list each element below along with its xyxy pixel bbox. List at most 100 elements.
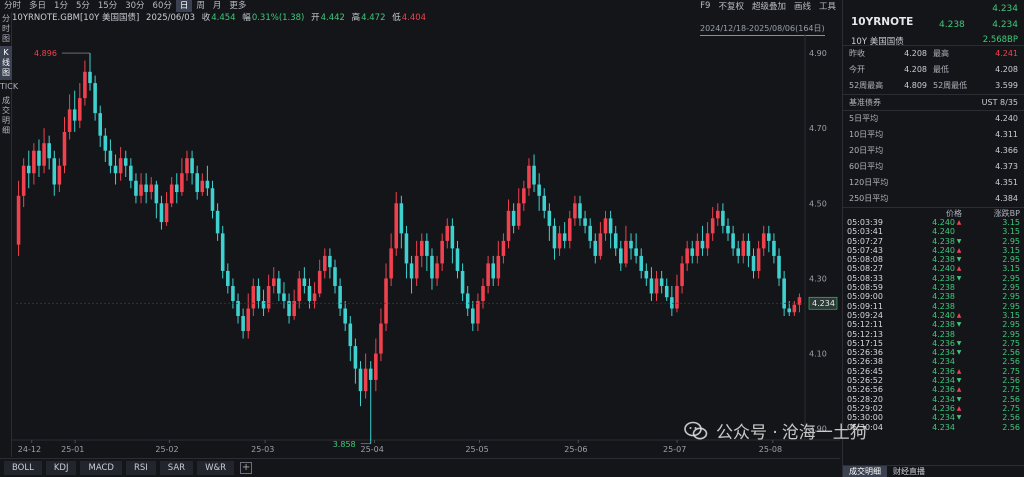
toolbar-tool[interactable]: 不复权 (714, 0, 748, 12)
tick-row[interactable]: 05:09:11 4.238 2.95 (843, 302, 1024, 311)
toolbar-tool[interactable]: F9 (696, 1, 714, 11)
candle-body (129, 165, 133, 181)
indicator-tab[interactable]: KDJ (45, 461, 77, 475)
candle-body (322, 255, 327, 271)
tick-row[interactable]: 05:12:11 4.238 ▼ 2.95 (843, 320, 1024, 329)
candle-body (88, 71, 92, 84)
candle-body (37, 150, 41, 166)
up-arrow-icon: ▲ (956, 219, 962, 226)
candle-body (578, 203, 582, 219)
tick-row[interactable]: 05:07:27 4.238 ▼ 2.95 (843, 237, 1024, 246)
tick-row[interactable]: 05:17:15 4.236 ▼ 2.75 (843, 339, 1024, 348)
candle-body (83, 71, 87, 99)
period-tab[interactable]: 分时 (0, 0, 25, 12)
empty-arrow (955, 302, 963, 311)
tick-change: 3.15 (1002, 227, 1020, 237)
tick-row[interactable]: 05:07:43 4.240 ▲ 3.15 (843, 246, 1024, 255)
candlestick-chart[interactable]: 4.90 4.70 4.50 4.30 4.10 3.90 4.896 3.858 4.234 2… (12, 34, 840, 458)
average-row: 250日平均 4.384 (843, 191, 1024, 207)
tick-row[interactable]: 05:30:04 4.234 2.56 (843, 423, 1024, 432)
tick-time: 05:12:11 (847, 320, 883, 330)
tick-row[interactable]: 05:28:20 4.234 ▼ 2.56 (843, 395, 1024, 404)
tick-row[interactable]: 05:09:00 4.238 2.95 (843, 292, 1024, 301)
tick-change: 3.15 (1002, 245, 1020, 255)
tick-row[interactable]: 05:09:24 4.240 ▲ 3.15 (843, 311, 1024, 320)
candle-body (103, 135, 108, 151)
candle-body (200, 180, 205, 193)
up-arrow-icon: ▲ (956, 404, 962, 412)
tick-row[interactable]: 05:26:36 4.234 ▼ 2.56 (843, 348, 1024, 357)
tick-row[interactable]: 05:03:39 4.240 ▲ 3.15 (843, 218, 1024, 227)
tick-row[interactable]: 05:26:56 4.236 ▲ 2.75 (843, 385, 1024, 394)
period-tab[interactable]: 1分 (50, 0, 72, 12)
candle-body (42, 143, 46, 166)
tick-price: 4.234 (932, 376, 955, 386)
indicator-tab[interactable]: MACD (80, 461, 122, 475)
tick-row[interactable]: 05:08:08 4.238 ▼ 2.95 (843, 255, 1024, 264)
average-value: 4.240 (995, 114, 1018, 123)
toolbar-tool[interactable]: 超级叠加 (748, 0, 790, 12)
close-value: 4.454 (211, 13, 236, 23)
average-value: 4.373 (995, 162, 1018, 171)
candle-body (440, 240, 444, 264)
candle-body (389, 248, 393, 279)
period-tab[interactable]: 60分 (149, 0, 176, 12)
tick-row[interactable]: 05:08:59 4.238 2.95 (843, 283, 1024, 292)
candle-body (338, 285, 342, 309)
tick-row[interactable]: 05:26:52 4.234 ▼ 2.56 (843, 376, 1024, 385)
period-tab[interactable]: 15分 (94, 0, 121, 12)
period-tab[interactable]: 月 (209, 0, 226, 12)
empty-arrow (955, 292, 963, 301)
panel-tab[interactable]: 财经直播 (887, 466, 931, 477)
period-tab[interactable]: 更多 (225, 0, 250, 12)
indicator-tab[interactable]: SAR (159, 461, 194, 475)
period-tab[interactable]: 日 (175, 0, 193, 12)
candle-body (491, 263, 496, 279)
period-tab[interactable]: 30分 (121, 0, 148, 12)
period-tab[interactable]: 多日 (25, 0, 50, 12)
indicator-tab[interactable]: BOLL (4, 461, 42, 475)
tick-price: 4.238 (932, 236, 955, 246)
add-indicator-button[interactable]: + (240, 462, 253, 474)
quote-label: 52周最高 (849, 81, 884, 90)
candle-body (261, 300, 266, 309)
period-tab[interactable]: 周 (192, 0, 209, 12)
tick-row[interactable]: 05:03:41 4.240 3.15 (843, 227, 1024, 236)
chart-svg[interactable]: 4.904.704.504.304.103.904.8963.8584.2342… (12, 34, 840, 458)
up-arrow-icon: ▲ (956, 386, 962, 394)
watermark-name: 沧海一土狗 (781, 423, 867, 443)
average-row: 5日平均 4.240 (843, 111, 1024, 127)
view-mode-tab[interactable]: K线图 (0, 46, 12, 80)
view-mode-tab[interactable]: TICK (0, 80, 18, 94)
tick-list[interactable]: 05:03:39 4.240 ▲ 3.15 05:03:41 4.240 3.15 05:07… (843, 218, 1024, 432)
average-row: 20日平均 4.366 (843, 143, 1024, 159)
candle-body (532, 165, 536, 185)
empty-arrow (955, 357, 963, 366)
indicator-tab[interactable]: RSI (125, 461, 156, 475)
view-mode-tab[interactable]: 成交明细 (0, 94, 12, 138)
candle-body (756, 248, 761, 271)
tick-row[interactable]: 05:12:13 4.238 2.95 (843, 330, 1024, 339)
panel-tab[interactable]: 成交明细 (843, 466, 887, 477)
candle-body (210, 188, 215, 211)
view-mode-tab[interactable]: 分时图 (0, 12, 12, 46)
quote-panel: 10YRNOTE 4.234 4.238 4.234 10Y 美国国债 2.56… (842, 0, 1024, 477)
tick-change: 2.56 (1002, 376, 1020, 386)
tick-row[interactable]: 05:30:00 4.234 ▼ 2.56 (843, 413, 1024, 422)
tick-time: 05:17:15 (847, 338, 883, 348)
tick-price: 4.236 (932, 366, 955, 376)
candle-body (583, 218, 587, 226)
tick-row[interactable]: 05:26:38 4.234 2.56 (843, 357, 1024, 366)
tick-row[interactable]: 05:26:45 4.236 ▲ 2.75 (843, 367, 1024, 376)
candle-body (62, 131, 67, 166)
tick-row[interactable]: 05:08:27 4.240 ▲ 3.15 (843, 264, 1024, 273)
tick-row[interactable]: 05:29:02 4.236 ▲ 2.75 (843, 404, 1024, 413)
toolbar-tool[interactable]: 工具 (815, 0, 840, 12)
tick-row[interactable]: 05:08:33 4.238 ▼ 2.95 (843, 274, 1024, 283)
indicator-tab[interactable]: W&R (197, 461, 235, 475)
tick-price: 4.240 (932, 218, 955, 227)
period-tab[interactable]: 5分 (72, 0, 94, 12)
candle-body (328, 255, 332, 268)
candle-body (93, 83, 97, 114)
toolbar-tool[interactable]: 画线 (790, 0, 815, 12)
